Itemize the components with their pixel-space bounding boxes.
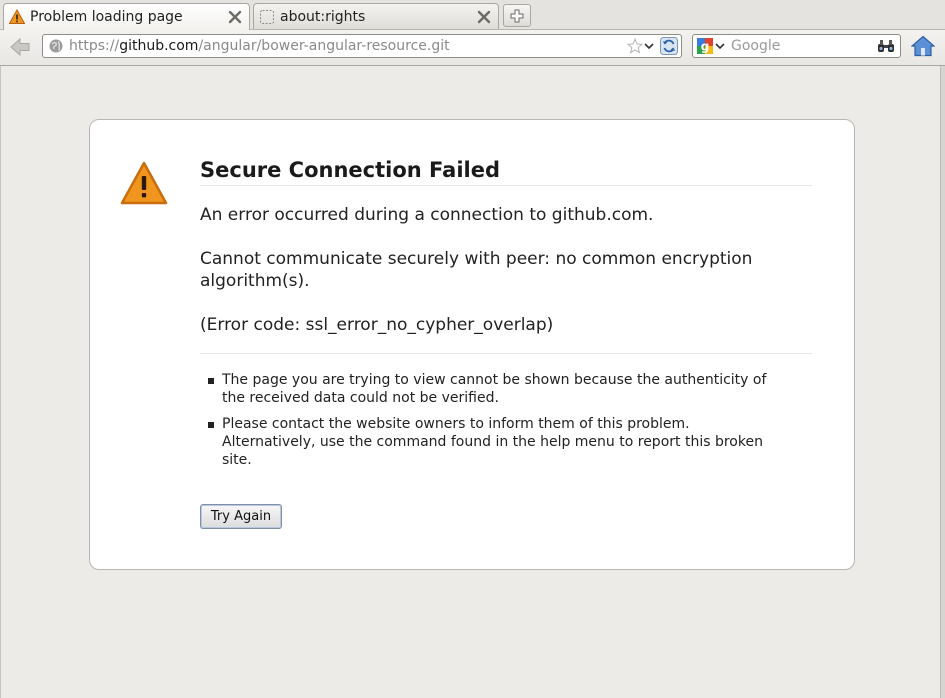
page-content: Secure Connection Failed An error occurr… bbox=[0, 66, 942, 698]
tab-strip: Problem loading page about:rights bbox=[0, 0, 945, 30]
list-item-text: The page you are trying to view cannot b… bbox=[222, 372, 767, 406]
error-page-container: Secure Connection Failed An error occurr… bbox=[89, 119, 855, 570]
svg-text:g: g bbox=[701, 40, 710, 54]
url-path: /angular/bower-angular-resource.git bbox=[198, 38, 450, 54]
list-item-text: Please contact the website owners to inf… bbox=[222, 416, 763, 468]
warning-icon bbox=[120, 161, 168, 205]
error-message: An error occurred during a connection to… bbox=[200, 205, 654, 225]
bookmark-star-icon[interactable] bbox=[627, 38, 643, 54]
navigation-toolbar: https://github.com/angular/bower-angular… bbox=[0, 30, 945, 66]
search-bar[interactable]: g bbox=[692, 34, 901, 58]
url-scheme: https:// bbox=[69, 38, 120, 54]
error-title: Secure Connection Failed bbox=[200, 158, 812, 186]
try-again-button[interactable]: Try Again bbox=[200, 504, 282, 529]
back-arrow-icon[interactable] bbox=[9, 37, 31, 57]
warning-icon bbox=[9, 9, 25, 24]
close-tab-icon[interactable] bbox=[227, 9, 243, 25]
bullet-icon bbox=[208, 422, 214, 428]
bullet-icon bbox=[208, 378, 214, 384]
chevron-down-icon[interactable] bbox=[715, 38, 725, 54]
url-bar[interactable]: https://github.com/angular/bower-angular… bbox=[42, 34, 682, 58]
chevron-down-icon[interactable] bbox=[644, 38, 654, 54]
tab-label: Problem loading page bbox=[30, 9, 183, 25]
error-short-description: An error occurred during a connection to… bbox=[200, 204, 812, 358]
divider bbox=[200, 353, 812, 354]
blank-page-icon bbox=[260, 9, 274, 24]
url-text[interactable]: https://github.com/angular/bower-angular… bbox=[69, 38, 627, 54]
new-tab-button[interactable] bbox=[503, 4, 531, 27]
search-input[interactable] bbox=[731, 38, 876, 54]
close-tab-icon[interactable] bbox=[476, 9, 492, 25]
binoculars-icon[interactable] bbox=[876, 38, 896, 54]
home-icon[interactable] bbox=[911, 35, 935, 57]
error-code: (Error code: ssl_error_no_cypher_overlap… bbox=[200, 315, 554, 335]
error-long-description: The page you are trying to view cannot b… bbox=[208, 371, 768, 477]
tab-problem-loading-page[interactable]: Problem loading page bbox=[3, 3, 250, 30]
plus-icon bbox=[510, 9, 524, 22]
google-icon[interactable]: g bbox=[697, 38, 713, 54]
url-host: github.com bbox=[119, 38, 199, 54]
reload-icon[interactable] bbox=[660, 37, 678, 55]
tab-about-rights[interactable]: about:rights bbox=[253, 3, 499, 29]
list-item: Please contact the website owners to inf… bbox=[208, 415, 768, 469]
scrollbar-edge bbox=[940, 66, 945, 698]
error-message: Cannot communicate securely with peer: n… bbox=[200, 249, 753, 291]
tab-label: about:rights bbox=[280, 8, 366, 25]
list-item: The page you are trying to view cannot b… bbox=[208, 371, 768, 407]
globe-icon bbox=[49, 39, 63, 53]
